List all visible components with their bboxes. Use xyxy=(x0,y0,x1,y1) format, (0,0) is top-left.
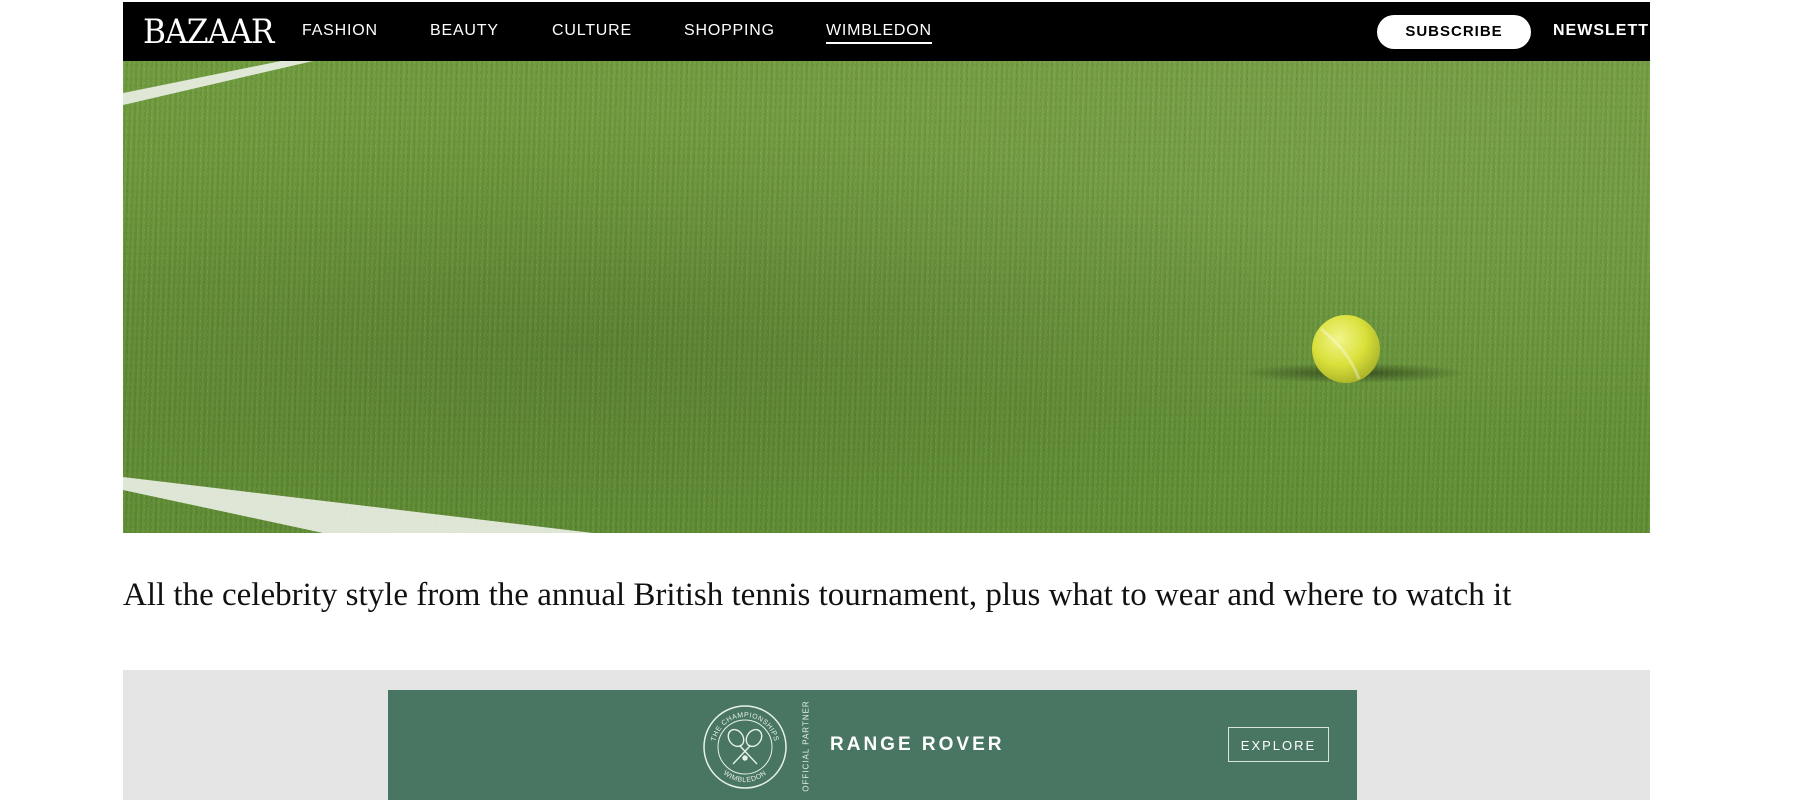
tennis-ball xyxy=(1312,315,1380,383)
nav-beauty[interactable]: BEAUTY xyxy=(430,22,499,40)
crossed-rackets-icon xyxy=(727,728,763,765)
explore-button[interactable]: EXPLORE xyxy=(1228,727,1329,762)
article-dek: All the celebrity style from the annual … xyxy=(123,577,1512,613)
nav-wimbledon[interactable]: WIMBLEDON xyxy=(826,22,932,44)
official-partner-text: OFFICIAL PARTNER xyxy=(801,700,811,792)
wimbledon-emblem-icon: THE CHAMPIONSHIPS WIMBLEDON xyxy=(703,705,787,789)
newsletter-link[interactable]: NEWSLETT xyxy=(1553,22,1649,40)
emblem-text-top: THE CHAMPIONSHIPS xyxy=(711,712,779,742)
range-rover-ad[interactable]: THE CHAMPIONSHIPS WIMBLEDON OFFICIAL PAR… xyxy=(388,690,1357,800)
top-navigation: BAZAAR FASHION BEAUTY CULTURE SHOPPING W… xyxy=(123,2,1650,61)
hero-image xyxy=(123,61,1650,533)
nav-culture[interactable]: CULTURE xyxy=(552,22,632,40)
svg-text:THE CHAMPIONSHIPS: THE CHAMPIONSHIPS xyxy=(711,712,780,742)
nav-fashion[interactable]: FASHION xyxy=(302,22,378,40)
svg-text:WIMBLEDON: WIMBLEDON xyxy=(722,770,768,784)
ad-brand-name: RANGE ROVER xyxy=(830,734,1005,755)
grass-texture xyxy=(123,61,1650,533)
ad-container: THE CHAMPIONSHIPS WIMBLEDON OFFICIAL PAR… xyxy=(123,670,1650,800)
bazaar-logo[interactable]: BAZAAR xyxy=(143,12,274,52)
emblem-text-bottom: WIMBLEDON xyxy=(722,770,768,784)
nav-shopping[interactable]: SHOPPING xyxy=(684,22,775,40)
subscribe-button[interactable]: SUBSCRIBE xyxy=(1377,15,1531,49)
official-partner-label: OFFICIAL PARTNER xyxy=(797,700,815,791)
grass-court-illustration xyxy=(123,61,1650,533)
